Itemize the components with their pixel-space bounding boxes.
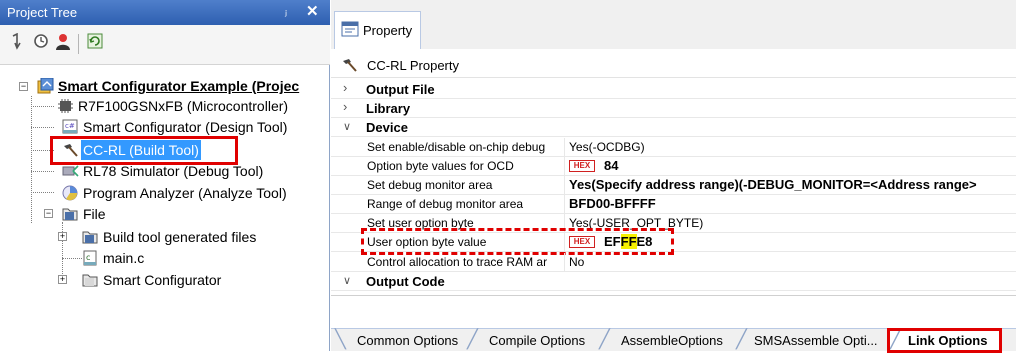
property-row[interactable]: Range of debug monitor area BFD00-BFFFF	[331, 195, 1016, 214]
tab-separator: ╱	[736, 329, 747, 349]
property-row[interactable]: Set enable/disable on-chip debug Yes(-OC…	[331, 138, 1016, 157]
c-file-icon: c	[82, 250, 99, 266]
property-value[interactable]: No	[569, 255, 584, 269]
chevron-right-icon: ›	[343, 80, 348, 95]
expand-toggle[interactable]: +	[58, 275, 67, 284]
sort-icon[interactable]	[6, 32, 28, 55]
category-device[interactable]: ∨ Device	[331, 118, 1016, 137]
project-tree-toolbar	[0, 25, 330, 65]
property-icon	[341, 21, 359, 40]
chip-icon	[57, 98, 74, 114]
chevron-right-icon: ›	[343, 99, 348, 114]
tree-line	[31, 171, 54, 172]
highlight-box	[887, 328, 1002, 353]
property-row[interactable]: Set debug monitor area Yes(Specify addre…	[331, 176, 1016, 195]
property-tabstrip: Property	[331, 0, 1016, 49]
property-row[interactable]: Option byte values for OCD HEX 84	[331, 157, 1016, 176]
user-icon[interactable]	[52, 33, 74, 55]
tree-node-label: Smart Configurator	[103, 272, 222, 288]
property-panel: Property CC-RL Property › Output File › …	[331, 0, 1016, 353]
tree-line	[31, 127, 54, 128]
tree-node-label: main.c	[103, 250, 145, 266]
project-icon	[37, 77, 54, 94]
tab-label: Compile Options	[489, 333, 586, 348]
category-label: Output Code	[366, 274, 445, 289]
tab-label: SMSAssemble Opti...	[754, 333, 878, 348]
tree-node-label: Smart Configurator (Design Tool)	[83, 119, 288, 135]
toolbar-separator	[78, 34, 79, 54]
pin-icon[interactable]: ⱼ	[285, 4, 287, 18]
description-area	[331, 295, 1016, 328]
tree-line	[31, 96, 32, 223]
property-header: CC-RL Property	[331, 52, 1016, 78]
column-divider	[564, 157, 565, 176]
tree-node-label: Build tool generated files	[103, 229, 257, 245]
category-label: Library	[366, 101, 411, 116]
category-output-file[interactable]: › Output File	[331, 80, 1016, 99]
folder-icon	[82, 272, 99, 288]
property-value[interactable]: 84	[604, 158, 618, 173]
highlight-box	[361, 228, 674, 255]
column-divider	[564, 195, 565, 214]
refresh-icon[interactable]	[84, 33, 106, 55]
tree-line	[31, 192, 54, 193]
category-output-code[interactable]: ∨ Output Code	[331, 272, 1016, 291]
tree-line	[31, 106, 54, 107]
property-value[interactable]: BFD00-BFFFF	[569, 196, 656, 211]
tree-line	[62, 258, 82, 259]
collapse-toggle[interactable]: −	[44, 209, 53, 218]
property-name: Set debug monitor area	[367, 178, 493, 192]
hex-badge-icon: HEX	[569, 160, 595, 172]
analyzer-icon	[62, 185, 79, 201]
category-label: Output File	[366, 82, 435, 97]
folder-icon	[82, 229, 99, 245]
column-divider	[564, 138, 565, 157]
property-name: Set enable/disable on-chip debug	[367, 140, 546, 154]
tab-common-options[interactable]: ╲ Common Options	[335, 329, 465, 352]
project-tree-panel: Project Tree ⱼ ✕ − − + + Smart Configura…	[0, 0, 330, 351]
property-name: Range of debug monitor area	[367, 197, 524, 211]
tree-node-label: RL78 Simulator (Debug Tool)	[83, 163, 264, 179]
tree-node-label: File	[83, 206, 106, 222]
property-name: Control allocation to trace RAM ar	[367, 255, 548, 269]
option-tabs: ╲ Common Options ╱ Compile Options ╱ Ass…	[331, 328, 1016, 353]
property-header-title: CC-RL Property	[367, 58, 459, 73]
design-tool-icon: c#	[62, 119, 79, 135]
tab-compile-options[interactable]: ╱ Compile Options	[467, 329, 597, 352]
property-name: Option byte values for OCD	[367, 159, 514, 173]
collapse-toggle[interactable]: −	[19, 82, 28, 91]
property-value[interactable]: Yes(-OCDBG)	[569, 140, 645, 154]
svg-text:c: c	[86, 253, 90, 262]
svg-text:c#: c#	[65, 122, 75, 130]
folder-icon	[62, 206, 79, 222]
tree-node-label: R7F100GSNxFB (Microcontroller)	[78, 98, 289, 114]
column-divider	[564, 253, 565, 272]
tab-label: AssembleOptions	[621, 333, 723, 348]
project-tree-title: Project Tree	[7, 5, 78, 20]
expand-toggle[interactable]: +	[58, 232, 67, 241]
tab-label: Common Options	[357, 333, 459, 348]
column-divider	[564, 176, 565, 195]
hammer-icon	[341, 57, 358, 76]
property-row[interactable]: Control allocation to trace RAM ar No	[331, 253, 1016, 272]
property-value[interactable]: Yes(Specify address range)(-DEBUG_MONITO…	[569, 177, 977, 192]
tab-separator: ╲	[335, 329, 346, 349]
project-tree-titlebar: Project Tree ⱼ ✕	[0, 0, 330, 25]
tab-separator: ╱	[599, 329, 610, 349]
category-library[interactable]: › Library	[331, 99, 1016, 118]
tab-separator: ╱	[467, 329, 478, 349]
clock-icon[interactable]	[30, 33, 52, 55]
close-icon[interactable]: ✕	[306, 2, 319, 20]
chevron-down-icon: ∨	[343, 275, 352, 287]
tab-property[interactable]: Property	[334, 11, 421, 49]
tab-property-label: Property	[363, 23, 413, 38]
tree-node-label: Smart Configurator Example (Projec	[58, 78, 300, 94]
category-label: Device	[366, 120, 408, 135]
tree-node-label: Program Analyzer (Analyze Tool)	[83, 185, 287, 201]
tab-sms-assemble-options[interactable]: ╱ SMSAssemble Opti...	[736, 329, 886, 352]
debug-tool-icon	[62, 163, 79, 179]
chevron-down-icon: ∨	[343, 121, 352, 133]
tab-assemble-options[interactable]: ╱ AssembleOptions	[599, 329, 734, 352]
